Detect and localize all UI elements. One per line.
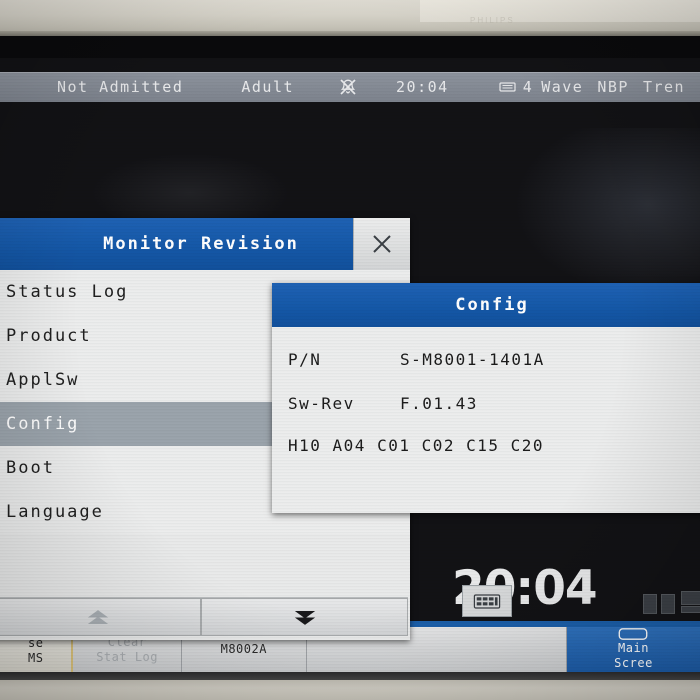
monitor-revision-title-text: Monitor Revision bbox=[103, 234, 299, 254]
config-row-swrev-value: F.01.43 bbox=[400, 393, 478, 413]
wave-count-text: 4 bbox=[522, 78, 534, 96]
config-title-bar: Config bbox=[272, 283, 700, 327]
keyboard-icon[interactable] bbox=[462, 585, 512, 617]
config-row-pn-label: P/N bbox=[288, 349, 322, 369]
config-row-pn: P/N S-M8001-1401A bbox=[272, 337, 700, 381]
screen-segment-a bbox=[643, 594, 657, 614]
main-screen-icon bbox=[618, 628, 648, 641]
trend-label-text: Tren bbox=[642, 78, 686, 96]
screen-segment-d bbox=[681, 606, 700, 613]
close-icon[interactable] bbox=[353, 218, 410, 270]
screen-segment-b bbox=[661, 594, 675, 614]
alarms-off-bell-crossed-icon[interactable] bbox=[338, 77, 360, 97]
monitor-screen: Not Admitted Adult 20:04 4 Wave NBP Tren… bbox=[0, 58, 700, 674]
config-row-pn-value: S-M8001-1401A bbox=[400, 349, 545, 369]
clear-stat-log-line2: Stat Log bbox=[96, 649, 158, 664]
bezel-brand-text: PHILIPS bbox=[470, 16, 515, 25]
double-chevron-down-icon[interactable] bbox=[201, 598, 408, 636]
monitor-revision-title-bar: Monitor Revision bbox=[0, 218, 410, 270]
sidebar-item-applsw-label: ApplSw bbox=[6, 370, 80, 390]
screen-surround bbox=[0, 36, 700, 58]
config-row-swrev-label: Sw-Rev bbox=[288, 393, 355, 413]
toolbar-button-partial-line2: MS bbox=[28, 650, 44, 665]
config-title-text: Config bbox=[455, 295, 529, 315]
patient-status-text: Not Admitted bbox=[57, 78, 184, 96]
wave-label-text: Wave bbox=[541, 78, 584, 96]
config-body: P/N S-M8001-1401A Sw-Rev F.01.43 H10 A04… bbox=[272, 327, 700, 513]
monitor-bezel-top: PHILIPS bbox=[0, 0, 700, 33]
double-chevron-up-icon[interactable] bbox=[0, 598, 201, 636]
main-screen-line1: Main bbox=[618, 641, 649, 655]
patient-category-text: Adult bbox=[241, 78, 295, 96]
main-screen-button[interactable]: Main Scree bbox=[566, 627, 700, 674]
nbp-label-text: NBP bbox=[597, 78, 629, 96]
monitor-photo: PHILIPS Not Admitted Adult 20:04 4 Wave … bbox=[0, 0, 700, 700]
config-dialog: Config P/N S-M8001-1401A Sw-Rev F.01.43 … bbox=[272, 283, 700, 513]
screen-segment-c bbox=[681, 591, 700, 605]
revision-scroll-controls bbox=[0, 597, 408, 636]
screen-glare bbox=[510, 128, 700, 298]
sidebar-item-boot-label: Boot bbox=[6, 458, 55, 478]
top-status-bar: Not Admitted Adult 20:04 4 Wave NBP Tren bbox=[0, 72, 700, 102]
monitor-bezel-bottom bbox=[0, 680, 700, 700]
sidebar-item-config-label: Config bbox=[6, 414, 80, 434]
sidebar-item-status-log-label: Status Log bbox=[6, 282, 129, 302]
main-screen-line2: Scree bbox=[614, 656, 653, 670]
sidebar-item-product-label: Product bbox=[6, 326, 92, 346]
model-m8002a-label: M8002A bbox=[220, 642, 267, 656]
config-row-swrev: Sw-Rev F.01.43 bbox=[272, 381, 700, 425]
sidebar-item-language-label: Language bbox=[6, 502, 104, 522]
printer-icon[interactable] bbox=[499, 80, 517, 94]
config-options-line: H10 A04 C01 C02 C15 C20 bbox=[288, 435, 545, 455]
status-bar-time: 20:04 bbox=[396, 78, 449, 96]
